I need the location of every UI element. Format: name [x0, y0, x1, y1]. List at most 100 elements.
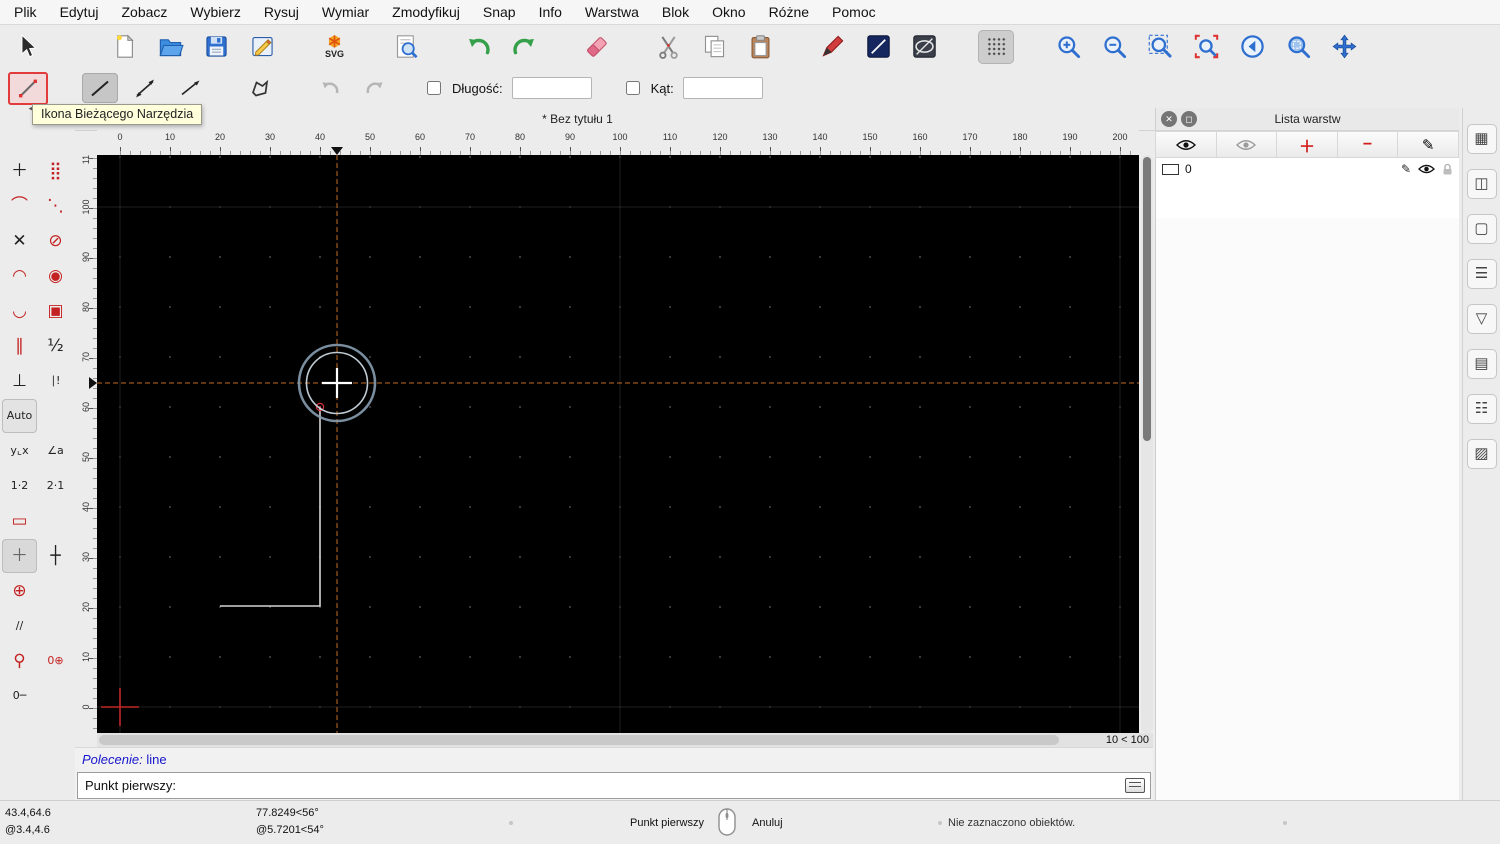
layer-row[interactable]: 0 ✎	[1156, 158, 1459, 180]
zoom-redraw-button[interactable]	[1234, 30, 1270, 64]
grid-iso-toggle-button[interactable]: ＋	[2, 539, 37, 573]
panel-library-button[interactable]: ▤	[1466, 349, 1497, 379]
menu-zmodyfikuj[interactable]: Zmodyfikuj	[392, 4, 460, 20]
angle-input[interactable]	[682, 77, 763, 99]
menu-zobacz[interactable]: Zobacz	[121, 4, 167, 20]
angle-snap-button[interactable]: ∕∕	[2, 609, 37, 643]
new-file-button[interactable]	[106, 30, 142, 64]
coord-polar-button[interactable]: ∠a	[38, 434, 73, 468]
snap-grid-button[interactable]: ⣿	[38, 154, 73, 188]
redo-button[interactable]	[506, 30, 542, 64]
panel-blocks-button[interactable]: ◫	[1466, 169, 1497, 199]
menu-wybierz[interactable]: Wybierz	[190, 4, 240, 20]
paste-button[interactable]	[742, 30, 778, 64]
vertical-scrollbar[interactable]	[1141, 155, 1153, 733]
restrict-orthogonal-button[interactable]: ⊥	[2, 364, 37, 398]
menu-warstwa[interactable]: Warstwa	[585, 4, 639, 20]
zoom-in-button[interactable]	[1050, 30, 1086, 64]
save-button[interactable]	[198, 30, 234, 64]
panel-float-icon[interactable]: ◻	[1181, 111, 1197, 127]
snap-free-button[interactable]: ＋	[2, 154, 37, 188]
keyboard-toggle-icon[interactable]	[1125, 778, 1145, 793]
undo-button[interactable]	[460, 30, 496, 64]
ellipse-attributes-button[interactable]	[906, 30, 942, 64]
rel-zero-marker-button[interactable]: 0⊕	[38, 644, 73, 678]
snap-middle-button[interactable]: ▣	[38, 294, 73, 328]
order-forward-button[interactable]: 1·2	[2, 469, 37, 503]
order-backward-button[interactable]: 2·1	[38, 469, 73, 503]
menu-info[interactable]: Info	[539, 4, 562, 20]
svg-export-button[interactable]: SVG	[316, 30, 352, 64]
line-two-points-button[interactable]	[82, 73, 118, 103]
hide-all-layers-button[interactable]	[1215, 131, 1278, 158]
length-checkbox[interactable]	[427, 81, 441, 95]
drafting-settings-button[interactable]	[244, 30, 280, 64]
snap-parallel-button[interactable]: ∥	[2, 329, 37, 363]
panel-page-button[interactable]: ▢	[1466, 214, 1497, 244]
horizontal-scrollbar[interactable]: 10 < 100	[97, 733, 1153, 747]
grid-toggle-button[interactable]	[978, 29, 1014, 64]
angle-checkbox[interactable]	[625, 81, 640, 95]
drawing-canvas[interactable]	[97, 155, 1139, 733]
zoom-pan-button[interactable]	[1326, 30, 1362, 64]
panel-list-button[interactable]: ☷	[1466, 394, 1497, 424]
snap-on-entity-button[interactable]: ⋱	[38, 189, 73, 223]
ortho-crosshair-button[interactable]: ┼	[38, 539, 73, 573]
menu-pomoc[interactable]: Pomoc	[832, 4, 876, 20]
edit-layer-button[interactable]: ✎	[1397, 131, 1459, 158]
layer-edit-icon[interactable]: ✎	[1401, 162, 1411, 176]
menu-snap[interactable]: Snap	[483, 4, 516, 20]
panel-clipboard-button[interactable]: ▨	[1466, 439, 1497, 469]
polyline-button[interactable]	[242, 73, 278, 103]
open-file-button[interactable]	[152, 30, 188, 64]
menu-edytuj[interactable]: Edytuj	[60, 4, 99, 20]
panel-command-list-button[interactable]: ☰	[1466, 259, 1497, 289]
remove-layer-button[interactable]: −	[1336, 131, 1399, 158]
redo-segment-button[interactable]	[357, 73, 393, 103]
add-layer-button[interactable]: ＋	[1276, 131, 1338, 158]
line-angle-button[interactable]	[127, 73, 163, 103]
layer-lock-icon[interactable]	[1442, 163, 1453, 176]
zoom-window-button[interactable]	[1280, 30, 1316, 64]
zoom-auto-button[interactable]	[1142, 30, 1178, 64]
snap-arc-button[interactable]: ◠	[2, 259, 37, 293]
menu-rysuj[interactable]: Rysuj	[264, 4, 299, 20]
snap-concentric-button[interactable]: ◡	[2, 294, 37, 328]
menu-okno[interactable]: Okno	[712, 4, 745, 20]
set-rel-zero-button[interactable]: ⚲	[2, 644, 37, 678]
cut-button[interactable]	[650, 30, 686, 64]
menu-wymiar[interactable]: Wymiar	[322, 4, 369, 20]
vertical-scrollbar-thumb[interactable]	[1143, 157, 1151, 441]
highlight-entity-button[interactable]: ▭	[2, 504, 37, 538]
layer-visibility-icon[interactable]	[1418, 164, 1435, 174]
horizontal-scrollbar-thumb[interactable]	[99, 735, 1059, 745]
coord-cartesian-button[interactable]: y⌞x	[2, 434, 37, 468]
print-preview-button[interactable]	[388, 30, 424, 64]
panel-3d-view-button[interactable]: ▦	[1466, 124, 1497, 154]
lock-rel-zero-button[interactable]: 0─	[2, 679, 37, 713]
snap-rel-zero-button[interactable]: ⊕	[2, 574, 37, 608]
command-input[interactable]: Punkt pierwszy:	[77, 772, 1151, 799]
menu-rozne[interactable]: Różne	[769, 4, 809, 20]
zoom-out-button[interactable]	[1096, 30, 1132, 64]
length-input[interactable]	[511, 77, 592, 99]
snap-center-button[interactable]: ◉	[38, 259, 73, 293]
pen-attributes-button[interactable]	[814, 30, 850, 64]
snap-auto-button[interactable]: Auto	[2, 399, 37, 433]
line-attributes-button[interactable]	[860, 30, 896, 64]
show-all-layers-button[interactable]	[1155, 131, 1217, 158]
panel-filter-button[interactable]: ▽	[1466, 304, 1497, 334]
select-pointer-button[interactable]	[8, 30, 44, 64]
panel-close-icon[interactable]: ✕	[1161, 111, 1177, 127]
menu-blok[interactable]: Blok	[662, 4, 689, 20]
snap-tangent-button[interactable]: ⊘	[38, 224, 73, 258]
zoom-previous-button[interactable]	[1188, 30, 1224, 64]
snap-endpoint-button[interactable]: ⌒	[2, 189, 37, 223]
delete-eraser-button[interactable]	[578, 30, 614, 64]
undo-segment-button[interactable]	[312, 73, 348, 103]
menu-plik[interactable]: Plik	[14, 4, 37, 20]
line-horizontal-button[interactable]	[172, 73, 208, 103]
snap-distance-button[interactable]: ½	[38, 329, 73, 363]
restrict-off-button[interactable]: ∣!	[38, 364, 73, 398]
copy-button[interactable]	[696, 30, 732, 64]
